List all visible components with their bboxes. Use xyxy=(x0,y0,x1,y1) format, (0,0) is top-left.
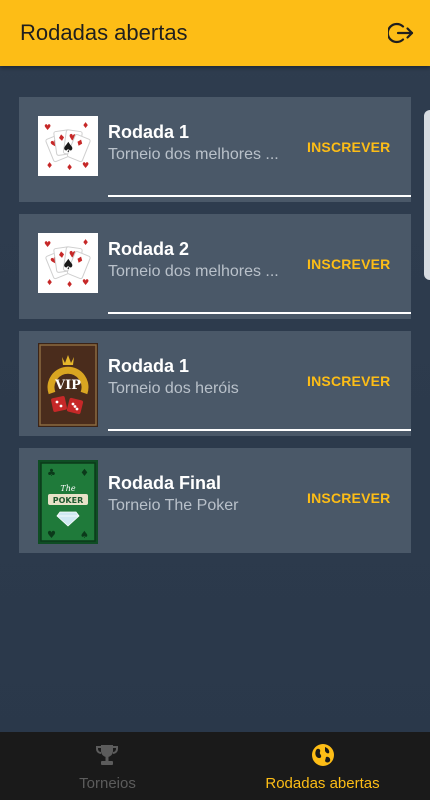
page-title: Rodadas abertas xyxy=(20,20,188,45)
svg-text:♥: ♥ xyxy=(82,161,89,170)
svg-text:The: The xyxy=(60,484,75,493)
the-poker-image: ♣ ♦ ♥ ♠ The POKER xyxy=(38,460,98,544)
round-card[interactable]: ♥ ♦ ♥ ♦ ♠ ♥ ♦ ♦ ♥ ♦ Rodada 2 Torneio dos… xyxy=(19,214,411,319)
svg-text:♦: ♦ xyxy=(82,121,89,130)
svg-text:VIP: VIP xyxy=(54,378,81,393)
round-title: Rodada Final xyxy=(108,473,222,493)
round-card[interactable]: ♥ ♦ ♥ ♦ ♠ ♥ ♦ ♦ ♥ ♦ Rodada 1 Torneio dos… xyxy=(19,97,411,202)
round-title: Rodada 1 xyxy=(108,356,190,376)
subscribe-button[interactable]: INSCREVER xyxy=(307,373,390,389)
svg-text:♥: ♥ xyxy=(44,123,51,132)
svg-text:♦: ♦ xyxy=(46,278,53,287)
vip-dice-image: VIP xyxy=(38,343,98,427)
round-subtitle: Torneio The Poker xyxy=(108,497,239,514)
svg-text:♠: ♠ xyxy=(80,530,89,541)
svg-text:♦: ♦ xyxy=(80,468,89,479)
svg-text:♦: ♦ xyxy=(46,161,53,170)
divider xyxy=(108,312,411,314)
round-card[interactable]: VIP Rodada 1 Torneio dos heróis INSCREVE… xyxy=(19,331,411,436)
nav-tab-rodadas-abertas[interactable]: Rodadas abertas xyxy=(215,732,430,800)
round-title: Rodada 2 xyxy=(108,239,190,259)
logout-icon[interactable] xyxy=(388,20,414,46)
nav-label-rodadas-abertas: Rodadas abertas xyxy=(265,775,380,792)
svg-text:♦: ♦ xyxy=(66,163,73,172)
round-title: Rodada 1 xyxy=(108,122,190,142)
divider xyxy=(108,429,411,431)
round-card[interactable]: ♣ ♦ ♥ ♠ The POKER Rodada Final Torneio T… xyxy=(19,448,411,553)
round-subtitle: Torneio dos melhores ... xyxy=(108,263,279,280)
svg-text:♠: ♠ xyxy=(62,257,75,273)
nav-label-torneios: Torneios xyxy=(79,775,136,792)
trophy-icon xyxy=(96,745,118,765)
playing-cards-image: ♥ ♦ ♥ ♦ ♠ ♥ ♦ ♦ ♥ ♦ xyxy=(38,233,98,293)
svg-text:♥: ♥ xyxy=(82,278,89,287)
svg-text:♣: ♣ xyxy=(47,468,56,479)
round-subtitle: Torneio dos heróis xyxy=(108,380,239,397)
svg-text:♥: ♥ xyxy=(47,530,56,541)
playing-cards-image: ♥ ♦ ♥ ♦ ♠ ♥ ♦ ♦ ♥ ♦ xyxy=(38,116,98,176)
scrollbar[interactable] xyxy=(424,110,430,280)
svg-text:♥: ♥ xyxy=(44,240,51,249)
svg-text:♠: ♠ xyxy=(62,140,75,156)
subscribe-button[interactable]: INSCREVER xyxy=(307,490,390,506)
svg-text:♦: ♦ xyxy=(82,238,89,247)
subscribe-button[interactable]: INSCREVER xyxy=(307,139,390,155)
app-bar: Rodadas abertas xyxy=(0,0,430,66)
nav-tab-torneios[interactable]: Torneios xyxy=(0,732,215,800)
round-subtitle: Torneio dos melhores ... xyxy=(108,146,279,163)
globe-icon xyxy=(312,744,334,766)
svg-text:POKER: POKER xyxy=(53,496,84,505)
svg-text:♦: ♦ xyxy=(66,280,73,289)
bottom-navigation: Torneios Rodadas abertas xyxy=(0,732,430,800)
rounds-list: ♥ ♦ ♥ ♦ ♠ ♥ ♦ ♦ ♥ ♦ Rodada 1 Torneio dos… xyxy=(19,97,411,565)
subscribe-button[interactable]: INSCREVER xyxy=(307,256,390,272)
divider xyxy=(108,195,411,197)
